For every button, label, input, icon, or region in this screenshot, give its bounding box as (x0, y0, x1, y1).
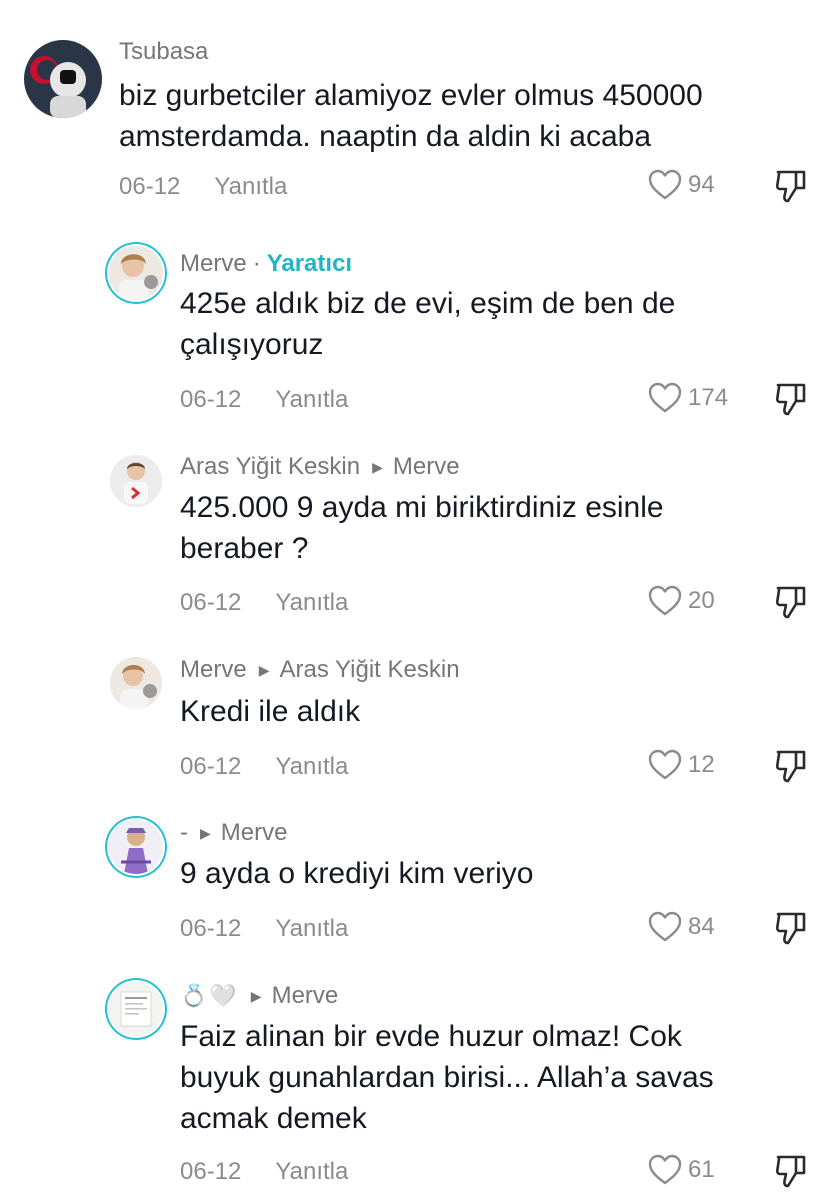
comment-text-line: çalışıyoruz (180, 328, 324, 361)
comment-text-line: acmak demek (180, 1102, 367, 1135)
reply-to-username[interactable]: Merve (272, 982, 339, 1010)
comment-text: biz gurbetciler alamiyoz evler olmus 450… (119, 75, 703, 157)
comment-date: 06-12 (180, 386, 242, 413)
username-label[interactable]: Merve (180, 656, 247, 684)
avatar[interactable] (110, 657, 162, 709)
reply-button[interactable]: Yanıtla (275, 589, 348, 616)
avatar-child-image (110, 455, 162, 507)
comment-meta: 06-12 Yanıtla (180, 386, 348, 414)
separator-dot: · (252, 250, 261, 277)
comment-text: Faiz alinan bir evde huzur olmaz! Cok bu… (180, 1016, 714, 1139)
thumbs-down-icon[interactable] (774, 1153, 808, 1189)
comment-text-line: Kredi ile aldık (180, 695, 361, 728)
reply-button[interactable]: Yanıtla (214, 173, 287, 200)
username-label[interactable]: - (180, 819, 188, 847)
thumbs-down-icon[interactable] (774, 910, 808, 946)
triangle-right-icon: ▶ (200, 824, 211, 841)
avatar-astronaut-image (24, 40, 102, 118)
like-button[interactable]: 61 (648, 1154, 715, 1186)
avatar[interactable] (109, 982, 163, 1036)
username-label[interactable]: Merve (180, 250, 247, 278)
avatar[interactable] (24, 40, 102, 118)
like-count: 20 (688, 587, 715, 614)
reply-to-username[interactable]: Merve (221, 819, 288, 847)
comment-text-line: biz gurbetciler alamiyoz evler olmus 450… (119, 79, 703, 112)
thumbs-down-icon[interactable] (774, 168, 808, 204)
like-button[interactable]: 84 (648, 911, 715, 943)
comment-date: 06-12 (119, 173, 181, 200)
username-label[interactable]: Aras Yiğit Keskin (180, 453, 360, 481)
comment-text-line: 9 ayda o krediyi kim veriyo (180, 857, 534, 890)
comment-text-line: 425e aldık biz de evi, eşim de ben de (180, 287, 676, 320)
reply-to-username[interactable]: Merve (393, 453, 460, 481)
comment-username[interactable]: Tsubasa (119, 38, 208, 66)
reply-button[interactable]: Yanıtla (275, 1158, 348, 1185)
avatar-card-image (109, 982, 163, 1036)
avatar[interactable] (109, 820, 163, 874)
comment-date: 06-12 (180, 589, 242, 616)
heart-outline-icon (648, 382, 682, 413)
comment-text-line: beraber ? (180, 532, 309, 565)
username-label[interactable]: Tsubasa (119, 38, 208, 66)
avatar-photo-image (109, 246, 163, 300)
comment-username[interactable]: Aras Yiğit Keskin ▶ Merve (180, 453, 460, 481)
comment-date: 06-12 (180, 915, 242, 942)
triangle-right-icon: ▶ (250, 987, 262, 1004)
creator-badge: Yaratıcı (266, 250, 353, 277)
avatar[interactable] (109, 246, 163, 300)
comment-meta: 06-12 Yanıtla (180, 753, 348, 781)
thumbs-down-icon[interactable] (774, 748, 808, 784)
like-button[interactable]: 20 (648, 585, 715, 617)
heart-outline-icon (648, 911, 682, 942)
comment-date: 06-12 (180, 1158, 242, 1185)
triangle-right-icon: ▶ (258, 661, 270, 678)
comment-meta: 06-12 Yanıtla (180, 1158, 348, 1186)
reply-button[interactable]: Yanıtla (275, 753, 348, 780)
comment-text-line: amsterdamda. naaptin da aldin ki acaba (119, 120, 652, 153)
reply-button[interactable]: Yanıtla (275, 386, 348, 413)
comment-meta: 06-12 Yanıtla (180, 589, 348, 617)
avatar-illustration-image (109, 820, 163, 874)
avatar-photo-image (110, 657, 162, 709)
comment-date: 06-12 (180, 753, 242, 780)
like-count: 94 (688, 171, 715, 198)
heart-outline-icon (648, 749, 682, 780)
comment-text-line: Faiz alinan bir evde huzur olmaz! Cok (180, 1020, 682, 1053)
thumbs-down-icon[interactable] (774, 584, 808, 620)
like-count: 61 (688, 1156, 715, 1183)
heart-outline-icon (648, 585, 682, 616)
like-button[interactable]: 174 (648, 382, 728, 414)
like-button[interactable]: 94 (648, 169, 715, 201)
reply-to-username[interactable]: Aras Yiğit Keskin (279, 656, 459, 684)
comment-text: 9 ayda o krediyi kim veriyo (180, 853, 533, 894)
comment-text: 425.000 9 ayda mi biriktirdiniz esinle b… (180, 487, 664, 569)
thumbs-down-icon[interactable] (774, 381, 808, 417)
reply-button[interactable]: Yanıtla (275, 915, 348, 942)
triangle-right-icon: ▶ (372, 458, 383, 475)
comment-text: 425e aldık biz de evi, eşim de ben de ça… (180, 283, 675, 365)
like-button[interactable]: 12 (648, 749, 715, 781)
comment-text: Kredi ile aldık (180, 691, 360, 732)
comment-meta: 06-12 Yanıtla (180, 915, 348, 943)
like-count: 84 (688, 913, 715, 940)
comment-text-line: 425.000 9 ayda mi biriktirdiniz esinle (180, 491, 664, 524)
like-count: 12 (688, 751, 715, 778)
comment-username[interactable]: 💍🤍 ▶ Merve (180, 982, 338, 1010)
heart-outline-icon (648, 1154, 682, 1185)
comment-username[interactable]: Merve ▶ Aras Yiğit Keskin (180, 656, 460, 684)
username-label[interactable]: 💍🤍 (180, 984, 239, 1009)
like-count: 174 (688, 384, 729, 411)
comment-username[interactable]: - ▶ Merve (180, 819, 287, 847)
avatar[interactable] (110, 455, 162, 507)
comment-meta: 06-12 Yanıtla (119, 173, 287, 201)
comment-text-line: buyuk gunahlardan birisi... Allah’a sava… (180, 1061, 714, 1094)
heart-outline-icon (648, 169, 682, 200)
comment-username[interactable]: Merve · Yaratıcı (180, 250, 352, 278)
